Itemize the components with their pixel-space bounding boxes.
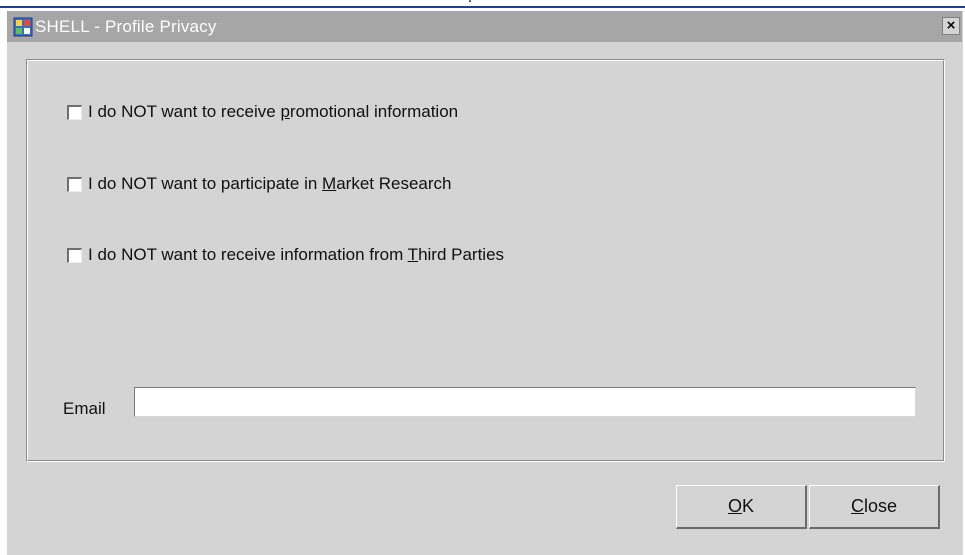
third-parties-checkbox[interactable] (67, 247, 82, 263)
close-button[interactable]: Close (809, 485, 940, 529)
browser-top-strip: . (0, 0, 965, 8)
top-border-line (0, 6, 965, 8)
option-promotional[interactable]: I do NOT want to receive promotional inf… (67, 101, 458, 123)
market-research-label: I do NOT want to participate in Market R… (88, 174, 452, 193)
close-icon[interactable]: × (942, 17, 960, 35)
option-third-parties[interactable]: I do NOT want to receive information fro… (67, 244, 504, 266)
privacy-options-panel: I do NOT want to receive promotional inf… (26, 59, 945, 462)
app-icon (13, 17, 33, 37)
ok-button[interactable]: OK (676, 485, 807, 529)
promotional-checkbox[interactable] (67, 104, 82, 120)
promotional-label: I do NOT want to receive promotional inf… (88, 102, 459, 121)
market-research-checkbox[interactable] (67, 176, 82, 192)
third-parties-label: I do NOT want to receive information fro… (88, 245, 505, 264)
window-title: SHELL - Profile Privacy (35, 17, 217, 36)
title-bar[interactable]: SHELL - Profile Privacy × (7, 11, 962, 42)
email-label: Email (63, 399, 106, 418)
email-input[interactable] (134, 387, 916, 417)
option-market-research[interactable]: I do NOT want to participate in Market R… (67, 173, 451, 195)
profile-privacy-dialog: SHELL - Profile Privacy × I do NOT want … (6, 10, 963, 555)
